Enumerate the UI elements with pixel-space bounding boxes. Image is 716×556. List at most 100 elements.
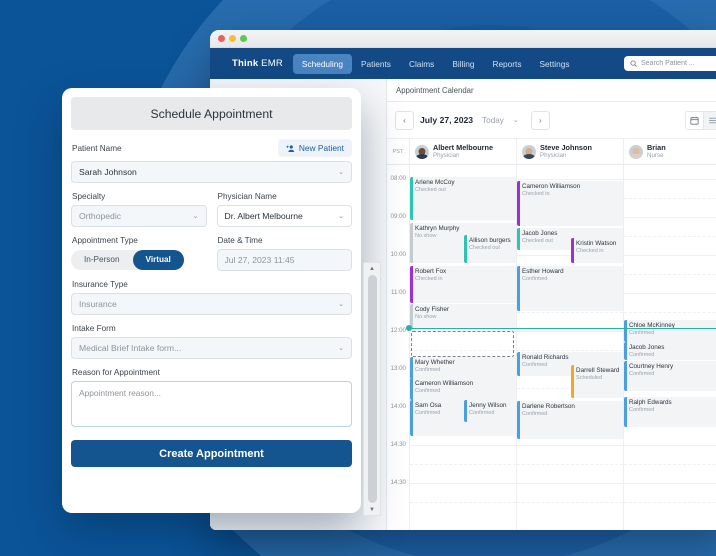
add-user-button[interactable]: New Patient bbox=[277, 139, 352, 157]
calendar-view-button[interactable] bbox=[686, 111, 703, 129]
list-view-button[interactable] bbox=[703, 111, 716, 129]
prev-day-button[interactable]: ‹ bbox=[395, 110, 414, 130]
chevron-down-icon: ⌄ bbox=[338, 169, 344, 176]
search-placeholder: Search Patient ... bbox=[641, 60, 695, 67]
appointment-status: Checked out bbox=[469, 244, 500, 251]
vertical-scrollbar[interactable]: ▲ ▼ bbox=[363, 262, 381, 516]
nav-item-scheduling[interactable]: Scheduling bbox=[292, 53, 352, 74]
current-time-dot bbox=[406, 325, 412, 331]
appointment-patient-name: Cody Fisher bbox=[415, 306, 449, 313]
time-label-0900: 09:00 bbox=[390, 213, 406, 220]
appointment-card[interactable]: Jacob Jones Confirmed bbox=[624, 342, 716, 360]
appointment-card[interactable]: Esther Howard Confirmed bbox=[517, 266, 623, 311]
hour-line bbox=[517, 445, 623, 446]
appointment-status: Scheduled bbox=[576, 374, 603, 381]
chevron-down-icon[interactable]: ⌄ bbox=[513, 116, 519, 124]
current-time-line bbox=[409, 328, 716, 329]
appointment-status: Confirmed bbox=[629, 406, 655, 413]
current-date-label: July 27, 2023 bbox=[420, 115, 474, 125]
appointment-patient-name: Arlene McCoy bbox=[415, 179, 455, 186]
specialty-select[interactable]: Orthopedic ⌄ bbox=[71, 205, 207, 227]
hour-line bbox=[624, 217, 716, 218]
half-hour-line bbox=[410, 464, 516, 465]
appointment-card[interactable]: Kristin Watson Checked in bbox=[571, 238, 623, 263]
insurance-value: Insurance bbox=[79, 299, 117, 309]
half-hour-line bbox=[624, 502, 716, 503]
nav-item-reports[interactable]: Reports bbox=[483, 54, 530, 74]
scrollbar-thumb[interactable] bbox=[367, 275, 377, 503]
physician-select[interactable]: Dr. Albert Melbourne ⌄ bbox=[216, 205, 352, 227]
avatar bbox=[522, 144, 536, 159]
appointment-card[interactable]: Darrell Steward Scheduled bbox=[571, 365, 623, 398]
appointment-card[interactable]: Ralph Edwards Confirmed bbox=[624, 397, 716, 427]
calendar-toolbar: ‹ July 27, 2023 Today ⌄ › bbox=[387, 102, 716, 139]
appointment-card[interactable]: Jenny Wilson Confirmed bbox=[464, 400, 516, 422]
appointment-card[interactable]: Chloe McKinney Confirmed bbox=[624, 320, 716, 342]
appointment-card[interactable]: Robert Fox Checked in bbox=[410, 266, 516, 303]
chevron-down-icon: ⌄ bbox=[338, 301, 344, 308]
appointment-card[interactable]: Cameron Williamson Checked in bbox=[517, 181, 623, 226]
nav-item-settings[interactable]: Settings bbox=[531, 54, 579, 74]
datetime-input[interactable]: Jul 27, 2023 11:45 bbox=[216, 249, 352, 271]
window-maximize-button[interactable] bbox=[240, 35, 247, 42]
appointment-status: Checked out bbox=[415, 186, 446, 193]
next-day-button[interactable]: › bbox=[530, 110, 550, 130]
window-titlebar bbox=[210, 30, 716, 48]
appointment-card[interactable]: Darlene Robertson Confirmed bbox=[517, 401, 623, 439]
nav-item-patients[interactable]: Patients bbox=[352, 54, 400, 74]
chevron-down-icon: ⌄ bbox=[338, 345, 344, 352]
appointment-type-toggle[interactable]: In-Person Virtual bbox=[71, 249, 184, 270]
appointment-card[interactable]: Cody Fisher No show bbox=[410, 304, 516, 328]
search-input[interactable]: Search Patient ... bbox=[624, 56, 716, 71]
nav-item-billing[interactable]: Billing bbox=[443, 54, 483, 74]
intake-form-select[interactable]: Medical Brief Intake form... ⌄ bbox=[71, 337, 352, 359]
type-virtual-button[interactable]: Virtual bbox=[132, 249, 184, 270]
scroll-up-button[interactable]: ▲ bbox=[369, 263, 375, 274]
today-label[interactable]: Today bbox=[482, 116, 504, 125]
app-brand: Think EMR bbox=[218, 58, 293, 69]
brand-light: EMR bbox=[258, 58, 283, 69]
doctor-header-1: Steve Johnson Physician bbox=[516, 139, 623, 164]
patient-name-value: Sarah Johnson bbox=[79, 167, 137, 177]
appointment-patient-name: Darrell Steward bbox=[576, 367, 620, 374]
window-close-button[interactable] bbox=[218, 35, 225, 42]
time-label-1430: 14:30 bbox=[390, 441, 406, 448]
doctor-columns: Albert Melbourne Physician Steve Johnson Ph… bbox=[409, 139, 716, 164]
patient-name-select[interactable]: Sarah Johnson ⌄ bbox=[71, 161, 352, 183]
day-column-2[interactable]: Chloe McKinney Confirmed Jacob Jones Confir… bbox=[623, 165, 716, 530]
appointment-patient-name: Jacob Jones bbox=[522, 230, 558, 237]
appointment-card[interactable]: Arlene McCoy Checked out bbox=[410, 177, 516, 220]
hour-line bbox=[517, 483, 623, 484]
appointment-patient-name: Jenny Wilson bbox=[469, 402, 507, 409]
new-appointment-drop-slot[interactable] bbox=[411, 331, 514, 357]
scroll-down-button[interactable]: ▼ bbox=[369, 504, 375, 515]
search-icon bbox=[630, 60, 637, 67]
half-hour-line bbox=[624, 236, 716, 237]
appointment-patient-name: Courtney Henry bbox=[629, 363, 674, 370]
physician-value: Dr. Albert Melbourne bbox=[224, 211, 303, 221]
half-hour-line bbox=[624, 274, 716, 275]
appointment-card[interactable]: Mary Whether Confirmed bbox=[410, 357, 516, 379]
window-minimize-button[interactable] bbox=[229, 35, 236, 42]
day-column-1[interactable]: Cameron Williamson Checked in Jacob Jones C… bbox=[516, 165, 623, 530]
hour-line bbox=[410, 445, 516, 446]
appointment-status: Confirmed bbox=[522, 275, 548, 282]
hour-line bbox=[624, 445, 716, 446]
doctor-name: Brian bbox=[647, 142, 666, 152]
appointment-status: Confirmed bbox=[629, 351, 655, 358]
appointment-status: Confirmed bbox=[629, 329, 655, 336]
reason-textarea[interactable]: Appointment reason... bbox=[71, 381, 352, 427]
appointment-patient-name: Cameron Williamson bbox=[415, 380, 474, 387]
type-in-person-button[interactable]: In-Person bbox=[71, 250, 133, 270]
create-appointment-button[interactable]: Create Appointment bbox=[71, 440, 352, 467]
day-column-0[interactable]: Arlene McCoy Checked out Kathryn Murphy No … bbox=[409, 165, 516, 530]
appointment-card[interactable]: Allison burgers Checked out bbox=[464, 235, 516, 263]
nav-item-claims[interactable]: Claims bbox=[400, 54, 443, 74]
appointment-card[interactable]: Courtney Henry Confirmed bbox=[624, 361, 716, 391]
insurance-select[interactable]: Insurance ⌄ bbox=[71, 293, 352, 315]
specialty-value: Orthopedic bbox=[79, 211, 122, 221]
calendar-column-headers: PST Albert Melbourne Physician Steve Johns… bbox=[387, 139, 716, 165]
half-hour-line bbox=[410, 502, 516, 503]
doctor-role: Physician bbox=[540, 152, 567, 160]
appointment-card[interactable]: Cameron Williamson Confirmed bbox=[410, 378, 516, 400]
